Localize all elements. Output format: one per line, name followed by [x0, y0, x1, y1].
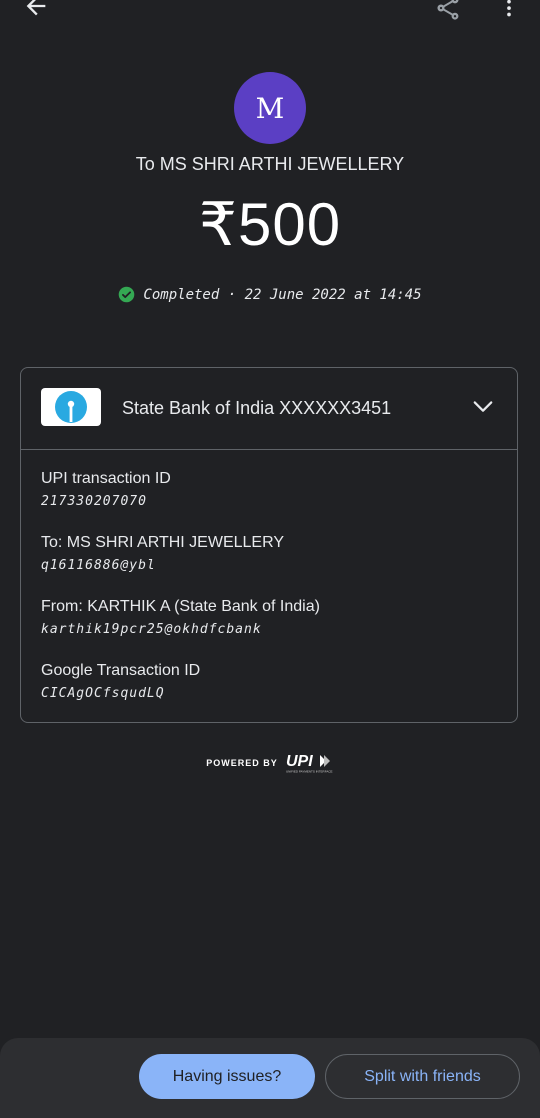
- detail-google-transaction-id: Google Transaction ID CICAgOCfsqudLQ: [41, 662, 200, 701]
- payment-amount: ₹500: [198, 191, 342, 258]
- upi-logo-text: UPI: [286, 753, 313, 770]
- bank-account-name: State Bank of India XXXXXX3451: [122, 398, 392, 418]
- transaction-details-card: State Bank of India XXXXXX3451 UPI trans…: [20, 367, 518, 723]
- chevron-down-icon[interactable]: [470, 396, 496, 418]
- status-row: Completed · 22 June 2022 at 14:45: [0, 286, 540, 303]
- detail-upi-transaction-id: UPI transaction ID 217330207070: [41, 470, 171, 509]
- detail-value: karthik19pcr25@okhdfcbank: [41, 622, 262, 637]
- detail-value: q16116886@ybl: [41, 558, 156, 573]
- sbi-logo-icon: [41, 388, 101, 426]
- detail-label: UPI transaction ID: [41, 470, 171, 487]
- upi-logo-icon: UPI UNIFIED PAYMENTS INTERFACE: [286, 753, 333, 774]
- status-text: Completed · 22 June 2022 at 14:45: [143, 286, 422, 303]
- bank-account-selector[interactable]: State Bank of India XXXXXX3451: [21, 368, 517, 450]
- payee-avatar: M: [234, 72, 306, 144]
- detail-label: From: KARTHIK A (State Bank of India): [41, 598, 320, 615]
- detail-value: CICAgOCfsqudLQ: [41, 686, 165, 701]
- check-circle-icon: [119, 286, 135, 303]
- having-issues-button[interactable]: Having issues?: [139, 1054, 315, 1099]
- detail-label: To: MS SHRI ARTHI JEWELLERY: [41, 534, 285, 551]
- detail-to: To: MS SHRI ARTHI JEWELLERY q16116886@yb…: [41, 534, 284, 573]
- avatar-letter: M: [255, 91, 285, 125]
- detail-value: 217330207070: [41, 494, 147, 509]
- back-arrow-icon[interactable]: [22, 0, 50, 20]
- payee-title: To MS SHRI ARTHI JEWELLERY: [135, 154, 405, 174]
- powered-by-text: POWERED BY: [206, 758, 278, 768]
- detail-from: From: KARTHIK A (State Bank of India) ka…: [41, 598, 320, 637]
- share-icon[interactable]: [434, 0, 462, 22]
- detail-label: Google Transaction ID: [41, 662, 201, 679]
- top-app-bar: [0, 0, 540, 24]
- split-with-friends-button[interactable]: Split with friends: [325, 1054, 520, 1099]
- powered-by-upi: POWERED BY UPI UNIFIED PAYMENTS INTERFAC…: [0, 752, 540, 774]
- more-vert-icon[interactable]: [498, 0, 520, 22]
- upi-tagline: UNIFIED PAYMENTS INTERFACE: [286, 770, 333, 774]
